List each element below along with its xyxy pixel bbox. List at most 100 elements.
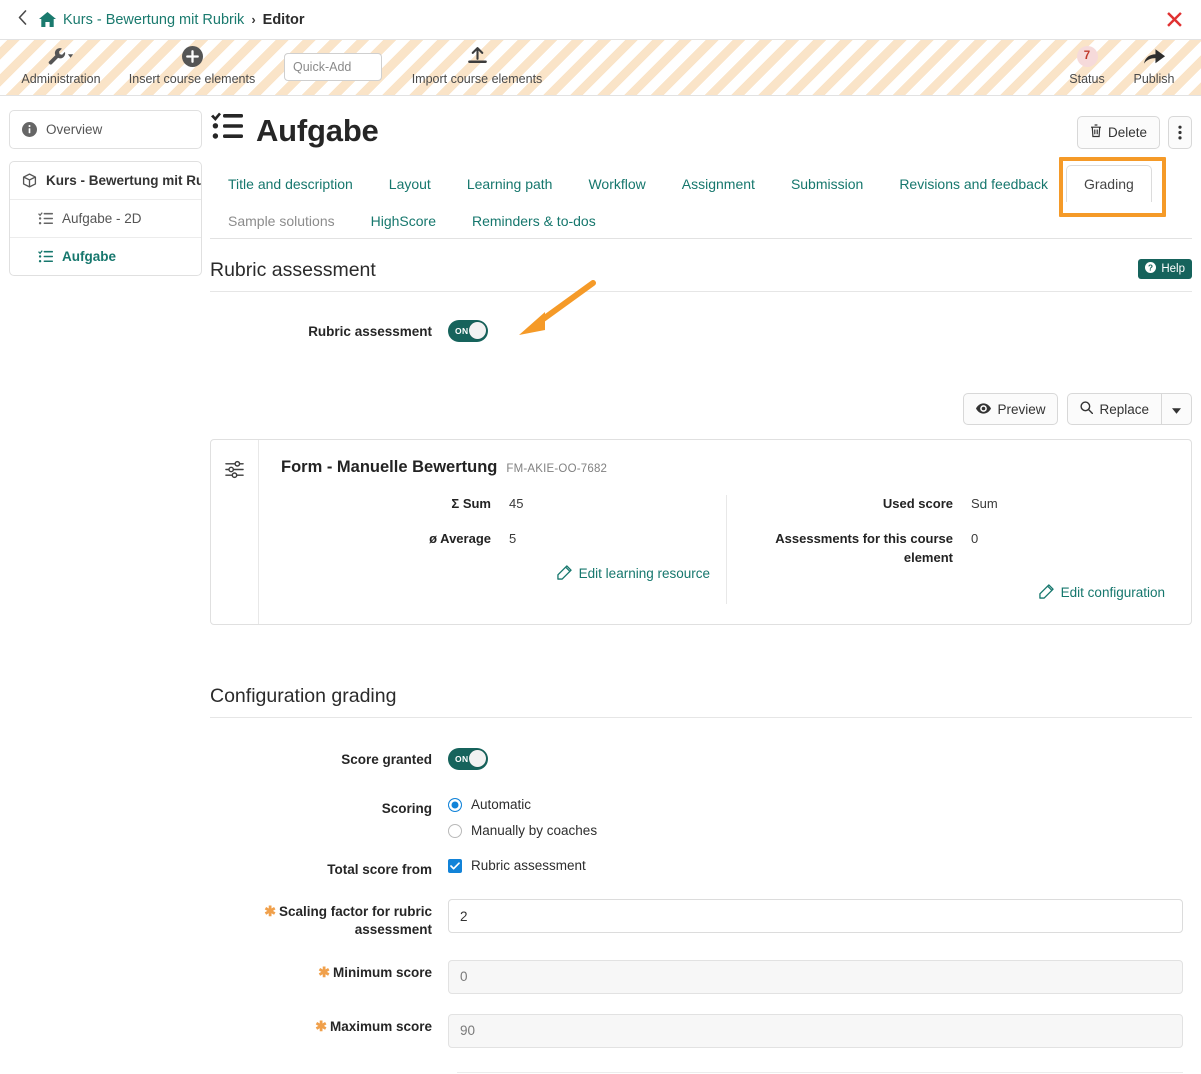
- stat-average-value: 5: [509, 530, 516, 549]
- sidebar-item-overview[interactable]: Overview: [10, 111, 201, 148]
- back-icon[interactable]: [14, 8, 35, 32]
- stat-used-score-key: Used score: [747, 495, 971, 514]
- minimum-score-control: [448, 960, 1192, 994]
- tab-bar: Title and description Layout Learning pa…: [210, 164, 1192, 239]
- body-wrapper: Overview Kurs - Bewertung mit Rubrik: [0, 96, 1201, 1073]
- edit-learning-resource-link[interactable]: Edit learning resource: [557, 565, 710, 583]
- scoring-options: Automatic Manually by coaches: [448, 797, 1192, 838]
- scaling-factor-control: [448, 899, 1192, 933]
- tab-highscore[interactable]: HighScore: [353, 202, 454, 239]
- tab-submission[interactable]: Submission: [773, 165, 881, 202]
- rubric-assessment-toggle-row: Rubric assessment ON: [210, 320, 1192, 347]
- replace-dropdown-button[interactable]: [1161, 393, 1192, 425]
- toolbar-import-course-elements[interactable]: Import course elements: [392, 44, 562, 86]
- rubric-assessment-toggle-label: Rubric assessment: [210, 320, 448, 341]
- rubric-toggle-state: ON: [455, 326, 469, 336]
- trash-icon: [1090, 124, 1102, 141]
- sidebar-item-aufgabe[interactable]: Aufgabe: [10, 237, 201, 275]
- edit-pencil-icon: [1039, 584, 1054, 602]
- rubric-assessment-toggle-control: ON: [448, 320, 1192, 347]
- scaling-factor-row: ✱Scaling factor for rubric assessment: [210, 899, 1192, 939]
- replace-button[interactable]: Replace: [1067, 393, 1161, 425]
- help-button[interactable]: ? Help: [1138, 259, 1192, 279]
- breadcrumb-bar: Kurs - Bewertung mit Rubrik › Editor ✕: [0, 0, 1201, 40]
- sidebar-item-aufgabe-2d[interactable]: Aufgabe - 2D: [10, 199, 201, 237]
- page-title-text: Aufgabe: [256, 113, 379, 149]
- question-circle-icon: ?: [1145, 262, 1156, 276]
- sidebar-tree-card: Kurs - Bewertung mit Rubrik Aufgabe - 2D: [9, 161, 202, 276]
- preview-button[interactable]: Preview: [963, 393, 1058, 425]
- page-title: Aufgabe: [210, 110, 379, 150]
- tab-assignment[interactable]: Assignment: [664, 165, 773, 202]
- stat-sum-key: Σ Sum: [281, 495, 509, 514]
- radio-manually-by-coaches-label: Manually by coaches: [471, 823, 597, 838]
- score-granted-toggle[interactable]: ON: [448, 748, 488, 770]
- resource-stats-right: Used score Sum Assessments for this cour…: [726, 495, 1171, 604]
- edit-configuration-label: Edit configuration: [1061, 585, 1165, 600]
- radio-automatic[interactable]: [448, 798, 462, 812]
- tab-row-secondary: Sample solutions HighScore Reminders & t…: [210, 201, 1192, 238]
- tab-title-and-description[interactable]: Title and description: [210, 165, 371, 202]
- stat-used-score-value: Sum: [971, 495, 998, 514]
- rubric-assessment-toggle[interactable]: ON: [448, 320, 488, 342]
- resource-title-line: Form - Manuelle Bewertung FM-AKIE-OO-768…: [281, 458, 1171, 477]
- total-score-from-label: Total score from: [210, 858, 448, 879]
- title-row: Aufgabe Delete: [210, 110, 1192, 150]
- editor-page: Kurs - Bewertung mit Rubrik › Editor ✕ A…: [0, 0, 1201, 1074]
- svg-text:?: ?: [1148, 263, 1153, 272]
- checkbox-rubric-assessment[interactable]: [448, 859, 462, 873]
- sidebar-overview-card: Overview: [9, 110, 202, 149]
- score-granted-state: ON: [455, 754, 469, 764]
- edit-configuration-link[interactable]: Edit configuration: [1039, 584, 1165, 602]
- delete-button-label: Delete: [1108, 125, 1147, 140]
- home-icon[interactable]: [39, 12, 56, 27]
- breadcrumb-course-link[interactable]: Kurs - Bewertung mit Rubrik: [63, 12, 244, 28]
- rubric-assessment-title: Rubric assessment: [210, 259, 376, 282]
- toolbar-administration-label: Administration: [21, 72, 100, 86]
- scaling-factor-input[interactable]: [448, 899, 1183, 933]
- configuration-grading-header: Configuration grading: [210, 685, 1192, 718]
- stat-used-score: Used score Sum: [747, 495, 1171, 514]
- radio-manually-by-coaches[interactable]: [448, 824, 462, 838]
- caret-down-icon: [1172, 402, 1181, 417]
- kebab-menu-icon[interactable]: [1168, 116, 1192, 149]
- sidebar-item-course[interactable]: Kurs - Bewertung mit Rubrik: [10, 162, 201, 199]
- tab-layout[interactable]: Layout: [371, 165, 449, 202]
- tab-revisions-and-feedback[interactable]: Revisions and feedback: [881, 165, 1066, 202]
- toggle-knob: [469, 750, 486, 767]
- tab-grading[interactable]: Grading: [1066, 165, 1152, 202]
- minimum-score-label: ✱Minimum score: [210, 960, 448, 982]
- main-content: Aufgabe Delete: [202, 110, 1201, 1073]
- edit-learning-resource-label: Edit learning resource: [579, 566, 710, 581]
- sidebar-overview-label: Overview: [46, 122, 102, 137]
- toolbar-publish[interactable]: Publish: [1069, 44, 1201, 86]
- toolbar-insert-course-elements[interactable]: Insert course elements: [107, 44, 277, 86]
- tab-reminders-and-todos[interactable]: Reminders & to-dos: [454, 202, 614, 239]
- stat-average-key: ø Average: [281, 530, 509, 549]
- sidebar-course-label: Kurs - Bewertung mit Rubrik: [46, 173, 201, 188]
- tab-sample-solutions[interactable]: Sample solutions: [210, 202, 353, 239]
- radio-option-automatic[interactable]: Automatic: [448, 797, 1192, 812]
- rubric-assessment-section-header: Rubric assessment ? Help: [210, 259, 1192, 292]
- checklist-icon: [210, 112, 244, 150]
- checklist-icon: [38, 212, 53, 226]
- search-icon: [1080, 401, 1093, 417]
- tab-workflow[interactable]: Workflow: [570, 165, 663, 202]
- edit-pencil-icon: [557, 565, 572, 583]
- resource-stat-columns: Σ Sum 45 ø Average 5: [281, 495, 1171, 604]
- title-actions: Delete: [1077, 110, 1192, 149]
- stat-average: ø Average 5: [281, 530, 726, 549]
- stat-assessments: Assessments for this course element 0: [747, 530, 1171, 568]
- checkbox-option-rubric-assessment[interactable]: Rubric assessment: [448, 858, 1192, 873]
- toolbar-insert-label: Insert course elements: [129, 72, 255, 86]
- sidebar-aufgabe-label: Aufgabe: [62, 249, 116, 264]
- radio-option-manually-by-coaches[interactable]: Manually by coaches: [448, 823, 1192, 838]
- tab-learning-path[interactable]: Learning path: [449, 165, 571, 202]
- checklist-icon: [38, 250, 53, 264]
- quick-add-input[interactable]: [284, 53, 382, 81]
- close-icon[interactable]: ✕: [1164, 7, 1185, 32]
- scaling-factor-label: ✱Scaling factor for rubric assessment: [210, 899, 448, 939]
- delete-button[interactable]: Delete: [1077, 116, 1160, 149]
- sliders-icon[interactable]: [225, 460, 244, 624]
- stat-sum-value: 45: [509, 495, 523, 514]
